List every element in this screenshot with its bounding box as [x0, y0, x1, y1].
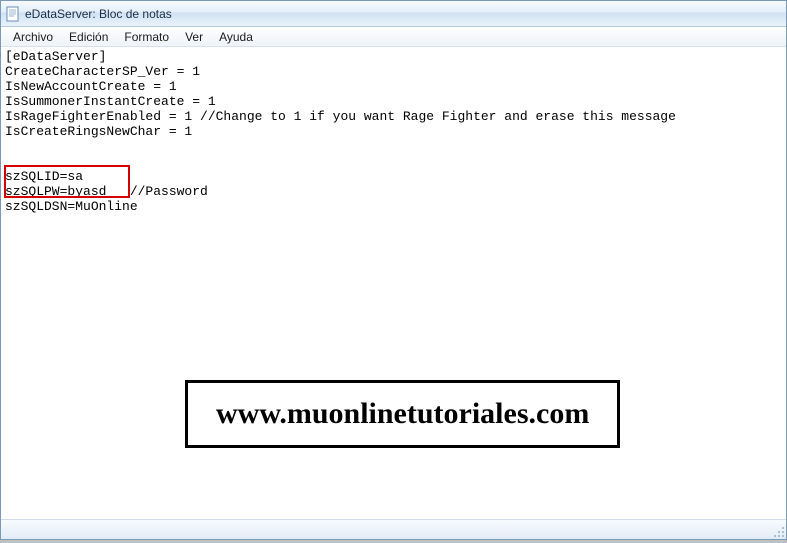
- menu-archivo[interactable]: Archivo: [5, 29, 61, 45]
- notepad-icon: [5, 6, 21, 22]
- watermark-box: www.muonlinetutoriales.com: [185, 380, 620, 448]
- watermark-text: www.muonlinetutoriales.com: [216, 397, 589, 430]
- titlebar[interactable]: eDataServer: Bloc de notas: [1, 1, 786, 27]
- window-title: eDataServer: Bloc de notas: [25, 7, 172, 21]
- menu-ver[interactable]: Ver: [177, 29, 211, 45]
- resize-grip[interactable]: [771, 524, 785, 538]
- notepad-window: eDataServer: Bloc de notas Archivo Edici…: [0, 0, 787, 540]
- editor-area[interactable]: [eDataServer] CreateCharacterSP_Ver = 1 …: [1, 47, 786, 519]
- menu-edicion[interactable]: Edición: [61, 29, 116, 45]
- menu-formato[interactable]: Formato: [116, 29, 177, 45]
- menu-ayuda[interactable]: Ayuda: [211, 29, 261, 45]
- statusbar: [1, 519, 786, 539]
- editor-text[interactable]: [eDataServer] CreateCharacterSP_Ver = 1 …: [5, 49, 676, 214]
- menubar: Archivo Edición Formato Ver Ayuda: [1, 27, 786, 47]
